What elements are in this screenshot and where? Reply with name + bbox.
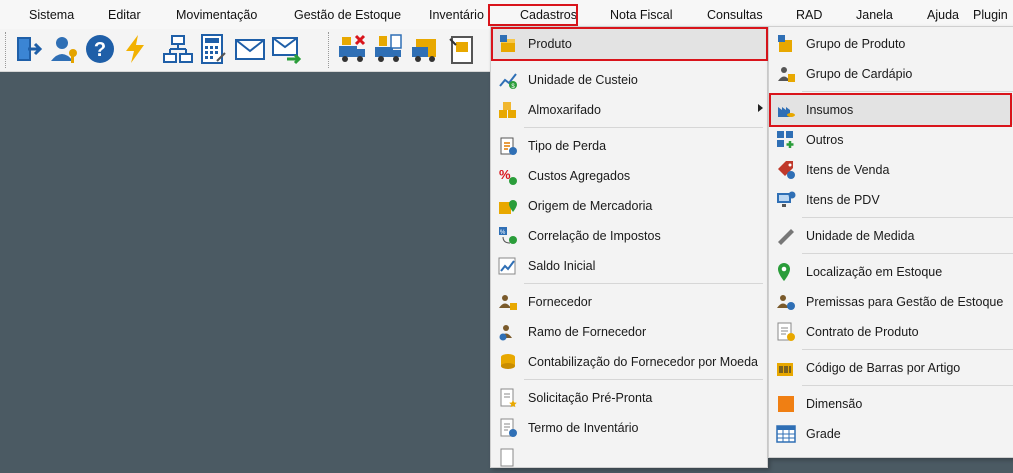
menu-nota-fiscal[interactable]: Nota Fiscal bbox=[610, 8, 673, 22]
submenu-arrow-icon bbox=[758, 104, 763, 112]
others-grid-icon bbox=[776, 130, 796, 150]
menu-item-partial[interactable] bbox=[491, 443, 767, 473]
cost-chart-icon: $ bbox=[498, 70, 518, 90]
menu-item-codigo-barras[interactable]: Código de Barras por Artigo bbox=[769, 353, 1013, 383]
exit-icon[interactable] bbox=[14, 33, 46, 65]
menu-item-almoxarifado[interactable]: Almoxarifado bbox=[491, 95, 767, 125]
barcode-box-icon bbox=[776, 358, 796, 378]
menu-item-grupo-produto[interactable]: Grupo de Produto bbox=[769, 29, 1013, 59]
org-chart-icon[interactable] bbox=[162, 33, 194, 65]
location-pin-icon bbox=[776, 262, 796, 282]
menu-gestao-estoque[interactable]: Gestão de Estoque bbox=[294, 8, 401, 22]
loss-clipboard-icon bbox=[498, 136, 518, 156]
separator bbox=[802, 253, 1013, 254]
menu-item-fornecedor[interactable]: Fornecedor bbox=[491, 287, 767, 317]
separator bbox=[802, 349, 1013, 350]
menu-sistema[interactable]: Sistema bbox=[29, 8, 74, 22]
product-group-icon bbox=[776, 34, 796, 54]
menu-item-grade[interactable]: Grade bbox=[769, 419, 1013, 449]
cadastros-menu: Produto $ Unidade de Custeio Almoxarifad… bbox=[490, 26, 768, 468]
menu-consultas[interactable]: Consultas bbox=[707, 8, 763, 22]
dimension-square-icon bbox=[776, 394, 796, 414]
ruler-icon bbox=[776, 226, 796, 246]
svg-text:?: ? bbox=[94, 39, 106, 61]
menu-item-origem-mercadoria[interactable]: Origem de Mercadoria bbox=[491, 191, 767, 221]
separator bbox=[524, 127, 763, 128]
sale-tag-icon bbox=[776, 160, 796, 180]
menu-item-premissas-estoque[interactable]: Premissas para Gestão de Estoque bbox=[769, 287, 1013, 317]
grid-table-icon bbox=[776, 424, 796, 444]
toolbar-grip-2 bbox=[328, 32, 332, 68]
supplier-people-icon bbox=[498, 292, 518, 312]
menu-editar[interactable]: Editar bbox=[108, 8, 141, 22]
menu-plugin[interactable]: Plugin bbox=[973, 8, 1008, 22]
menu-movimentacao[interactable]: Movimentação bbox=[176, 8, 257, 22]
menu-group-icon bbox=[776, 64, 796, 84]
menu-ajuda[interactable]: Ajuda bbox=[927, 8, 959, 22]
help-icon[interactable]: ? bbox=[84, 33, 116, 65]
toolbar-grip bbox=[5, 32, 9, 68]
menu-item-saldo-inicial[interactable]: Saldo Inicial bbox=[491, 251, 767, 281]
truck-document-icon[interactable] bbox=[372, 33, 404, 65]
menu-item-contrato-produto[interactable]: Contrato de Produto bbox=[769, 317, 1013, 347]
cadastros-highlight-box bbox=[488, 4, 578, 26]
menu-item-dimensao[interactable]: Dimensão bbox=[769, 389, 1013, 419]
svg-text:%: % bbox=[499, 167, 511, 182]
menu-item-itens-venda[interactable]: Itens de Venda bbox=[769, 155, 1013, 185]
menu-item-custos-agregados[interactable]: % Custos Agregados bbox=[491, 161, 767, 191]
separator bbox=[802, 385, 1013, 386]
menu-item-contabilizacao-fornecedor[interactable]: Contabilização do Fornecedor por Moeda bbox=[491, 347, 767, 377]
truck-box-icon[interactable] bbox=[410, 33, 442, 65]
menu-item-outros[interactable]: Outros bbox=[769, 125, 1013, 155]
coins-stack-icon bbox=[498, 352, 518, 372]
insumos-highlight-box bbox=[769, 93, 1012, 127]
menu-item-tipo-perda[interactable]: Tipo de Perda bbox=[491, 131, 767, 161]
produto-submenu: Grupo de Produto Grupo de Cardápio Insum… bbox=[768, 26, 1013, 458]
separator bbox=[802, 91, 1013, 92]
initial-balance-icon bbox=[498, 256, 518, 276]
menu-item-correlacao-impostos[interactable]: % Correlação de Impostos bbox=[491, 221, 767, 251]
inventory-term-icon bbox=[498, 418, 518, 438]
percent-cost-icon: % bbox=[498, 166, 518, 186]
tax-correlation-icon: % bbox=[498, 226, 518, 246]
lightning-icon[interactable] bbox=[119, 33, 151, 65]
menu-item-unidade-medida[interactable]: Unidade de Medida bbox=[769, 221, 1013, 251]
menu-rad[interactable]: RAD bbox=[796, 8, 822, 22]
menu-item-localizacao-estoque[interactable]: Localização em Estoque bbox=[769, 257, 1013, 287]
separator bbox=[524, 283, 763, 284]
warehouse-boxes-icon bbox=[498, 100, 518, 120]
menu-item-ramo-fornecedor[interactable]: Ramo de Fornecedor bbox=[491, 317, 767, 347]
stock-premises-icon bbox=[776, 292, 796, 312]
user-key-icon[interactable] bbox=[49, 33, 81, 65]
menu-inventario[interactable]: Inventário bbox=[429, 8, 484, 22]
separator bbox=[802, 217, 1013, 218]
origin-pin-icon bbox=[498, 196, 518, 216]
menu-item-grupo-cardapio[interactable]: Grupo de Cardápio bbox=[769, 59, 1013, 89]
inventory-pad-icon[interactable] bbox=[446, 33, 478, 65]
supplier-branch-icon bbox=[498, 322, 518, 342]
produto-highlight-box bbox=[491, 27, 768, 61]
calculator-icon[interactable] bbox=[197, 33, 229, 65]
request-document-icon bbox=[498, 388, 518, 408]
menu-item-itens-pdv[interactable]: Itens de PDV bbox=[769, 185, 1013, 215]
pos-monitor-icon bbox=[776, 190, 796, 210]
menu-item-termo-inventario[interactable]: Termo de Inventário bbox=[491, 413, 767, 443]
separator bbox=[524, 379, 763, 380]
mail-icon[interactable] bbox=[234, 33, 266, 65]
menu-janela[interactable]: Janela bbox=[856, 8, 893, 22]
menu-item-solicitacao-pre-pronta[interactable]: Solicitação Pré-Pronta bbox=[491, 383, 767, 413]
menu-item-unidade-custeio[interactable]: $ Unidade de Custeio bbox=[491, 65, 767, 95]
partial-item-icon bbox=[498, 448, 518, 468]
contract-document-icon bbox=[776, 322, 796, 342]
truck-remove-icon[interactable] bbox=[336, 33, 368, 65]
mail-forward-icon[interactable] bbox=[271, 33, 303, 65]
svg-text:%: % bbox=[500, 230, 506, 236]
